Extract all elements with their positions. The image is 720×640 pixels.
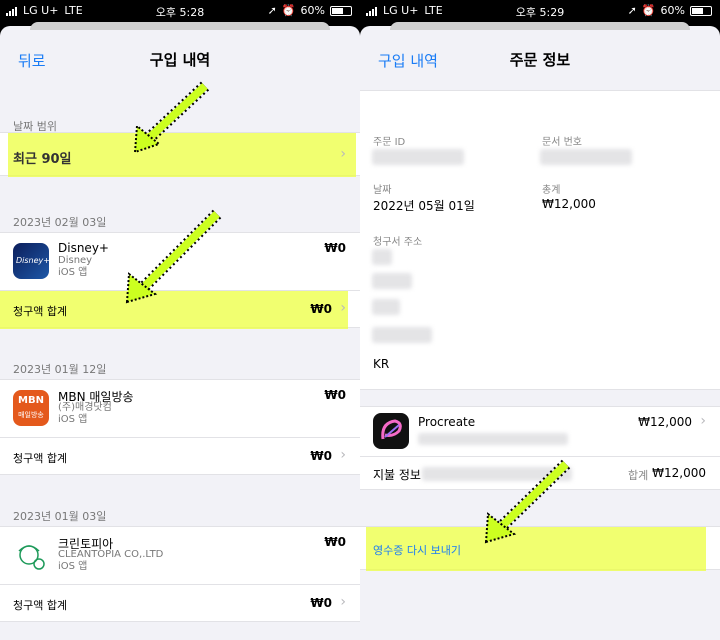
- annotation-arrow-icon: [133, 81, 210, 154]
- payment-label: 지불 정보: [373, 468, 421, 482]
- chevron-right-icon: ›: [700, 413, 706, 429]
- app-price: ₩0: [324, 535, 346, 549]
- battery-icon: [690, 5, 712, 16]
- total-label: 청구액 합계: [13, 599, 68, 612]
- app-publisher: CLEANTOPIA CO,.LTD: [58, 549, 164, 560]
- billing-address-label: 청구서 주소: [373, 237, 423, 248]
- sum-label: 합계: [628, 469, 649, 482]
- total-value: ₩0: [310, 449, 332, 463]
- total-row[interactable]: 청구액 합계 ₩0 ›: [0, 584, 360, 622]
- disney-plus-app-icon: Disney+: [13, 243, 50, 279]
- total-value: ₩0: [310, 302, 332, 316]
- chevron-right-icon: ›: [340, 594, 346, 610]
- list-item-cleantopia[interactable]: 크린토피아 CLEANTOPIA CO,.LTD iOS 앱 ₩0: [0, 526, 360, 584]
- total-label: 청구액 합계: [13, 452, 68, 465]
- total-value: ₩12,000: [542, 197, 596, 211]
- order-id-redacted: [372, 149, 464, 165]
- purchase-date: 2023년 02월 03일: [13, 216, 107, 229]
- status-bar: LG U+ LTE 오후 5:29 ➚ ⏰ 60%: [360, 0, 720, 22]
- alarm-icon: ⏰: [281, 4, 296, 17]
- location-icon: ➚: [627, 4, 637, 17]
- location-icon: ➚: [267, 4, 277, 17]
- mbn-app-icon: MBN 매일방송: [13, 390, 49, 426]
- total-label: 총계: [542, 185, 561, 196]
- list-item-mbn[interactable]: MBN 매일방송 MBN 매일방송 (주)매경닷컴 iOS 앱 ₩0: [0, 379, 360, 437]
- document-number-redacted: [540, 149, 632, 165]
- annotation-arrow-icon: [125, 209, 222, 304]
- chevron-right-icon: ›: [340, 300, 346, 316]
- app-publisher: Disney: [58, 255, 93, 266]
- sheet: 뒤로 구입 내역 날짜 범위 최근 90일 › 2023년 02월 03일 Di…: [0, 26, 360, 640]
- app-publisher: (주)매경닷컴: [58, 402, 112, 413]
- total-row[interactable]: 청구액 합계 ₩0 ›: [0, 437, 360, 475]
- purchase-date: 2023년 01월 12일: [13, 363, 107, 376]
- app-name: Disney+: [58, 241, 109, 255]
- sum-value: ₩12,000: [652, 466, 706, 480]
- order-info-screen: LG U+ LTE 오후 5:29 ➚ ⏰ 60% 구입 내역 주문 정보 주문…: [360, 0, 720, 640]
- status-bar: LG U+ LTE 오후 5:28 ➚ ⏰ 60%: [0, 0, 360, 22]
- cleantopia-app-icon: [13, 537, 49, 573]
- item-name: Procreate: [418, 415, 476, 429]
- order-id-label: 주문 ID: [373, 137, 406, 148]
- page-title: 구입 내역: [149, 51, 211, 69]
- app-kind: iOS 앱: [58, 414, 88, 425]
- annotation-arrow-icon: [484, 459, 571, 544]
- purchased-item-row[interactable]: Procreate ₩12,000 ›: [360, 406, 720, 456]
- chevron-right-icon: ›: [340, 146, 346, 162]
- chevron-right-icon: ›: [340, 447, 346, 463]
- order-details: 주문 ID 문서 번호 날짜 2022년 05월 01일 총계 ₩12,000 …: [360, 90, 720, 390]
- procreate-app-icon: [373, 413, 409, 449]
- app-price: ₩0: [324, 388, 346, 402]
- resend-receipt-label: 영수증 다시 보내기: [373, 544, 461, 557]
- app-kind: iOS 앱: [58, 267, 88, 278]
- purchase-history-screen: LG U+ LTE 오후 5:28 ➚ ⏰ 60% 뒤로 구입 내역 날짜 범위…: [0, 0, 360, 640]
- total-value: ₩0: [310, 596, 332, 610]
- item-detail-redacted: [418, 433, 568, 445]
- battery-percent: 60%: [660, 4, 685, 17]
- document-number-label: 문서 번호: [542, 137, 582, 148]
- date-value: 2022년 05월 01일: [373, 199, 475, 213]
- date-label: 날짜: [373, 185, 392, 196]
- alarm-icon: ⏰: [641, 4, 656, 17]
- nav-bar: 구입 내역 주문 정보: [360, 26, 720, 90]
- page-title: 주문 정보: [509, 51, 571, 69]
- battery-icon: [330, 5, 352, 16]
- battery-percent: 60%: [300, 4, 325, 17]
- app-price: ₩0: [324, 241, 346, 255]
- billing-country: KR: [373, 357, 390, 371]
- purchase-date: 2023년 01월 03일: [13, 510, 107, 523]
- date-range-value: 최근 90일: [13, 152, 72, 167]
- billing-address-redacted: [372, 327, 432, 343]
- item-price: ₩12,000: [638, 415, 692, 429]
- total-label: 청구액 합계: [13, 305, 68, 318]
- sheet: 구입 내역 주문 정보 주문 ID 문서 번호 날짜 2022년 05월 01일…: [360, 26, 720, 640]
- app-kind: iOS 앱: [58, 561, 88, 572]
